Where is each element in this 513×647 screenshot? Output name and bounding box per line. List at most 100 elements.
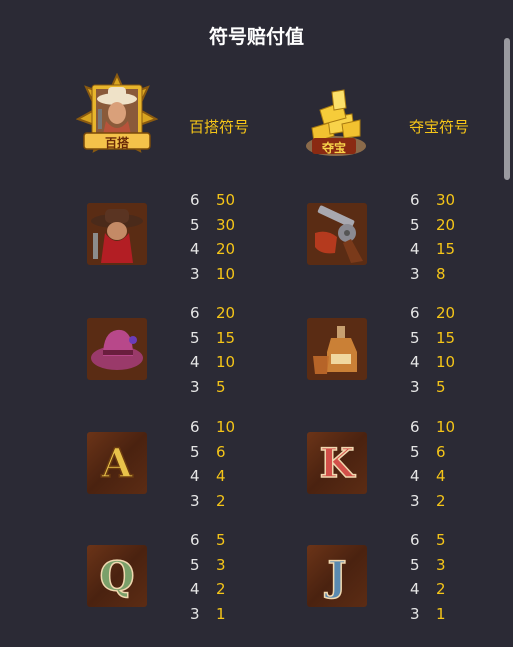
- pay-row: 44: [410, 464, 470, 489]
- value: 30: [216, 215, 236, 234]
- wild-label: 百搭符号: [189, 118, 250, 136]
- value: 50: [216, 191, 236, 210]
- cowboy-hat-paytable: 6 20 5 15 4 10 35: [190, 301, 250, 399]
- value: 15: [436, 240, 456, 259]
- value: 20: [216, 240, 236, 259]
- count: 4: [410, 467, 420, 486]
- count: 3: [190, 492, 200, 511]
- count: 5: [190, 215, 200, 234]
- letter-q-glyph: Q: [99, 552, 135, 601]
- scatter-gold-icon: 夺宝: [298, 88, 370, 160]
- bandit-paytable: 6 50 5 30 4 20 3 10: [190, 188, 250, 286]
- value: 8: [436, 265, 446, 284]
- pay-row: 5 15: [190, 326, 250, 351]
- value: 6: [436, 442, 446, 461]
- wild-sheriff-icon: 百搭: [75, 72, 159, 155]
- pay-row: 6 20: [410, 301, 470, 326]
- pay-row: 6 20: [190, 301, 250, 326]
- pay-row: 4 20: [190, 237, 250, 262]
- value: 2: [436, 580, 446, 599]
- value: 4: [436, 467, 446, 486]
- pay-row: 38: [410, 262, 470, 287]
- pay-row: 6 10: [410, 415, 470, 440]
- count: 5: [190, 555, 200, 574]
- count: 5: [410, 328, 420, 347]
- pay-row: 5 30: [190, 213, 250, 238]
- value: 1: [436, 605, 446, 624]
- count: 3: [190, 378, 200, 397]
- letter-j-paytable: 65 53 42 31: [410, 528, 470, 626]
- wild-badge-text: 百搭: [104, 136, 129, 150]
- value: 30: [436, 191, 456, 210]
- whiskey-icon: [307, 318, 367, 380]
- value: 10: [436, 353, 456, 372]
- count: 6: [190, 418, 200, 437]
- count: 4: [190, 353, 200, 372]
- letter-a-glyph: A: [101, 439, 134, 488]
- pay-row: 3 10: [190, 262, 250, 287]
- pay-row: 56: [410, 440, 470, 465]
- pay-row: 6 50: [190, 188, 250, 213]
- letter-a-icon: A: [87, 432, 147, 494]
- pay-row: 6 10: [190, 415, 250, 440]
- scrollbar[interactable]: [504, 38, 510, 180]
- value: 5: [436, 531, 446, 550]
- pay-row: 65: [410, 528, 470, 553]
- pay-row: 6 30: [410, 188, 470, 213]
- count: 4: [190, 467, 200, 486]
- value: 10: [216, 265, 236, 284]
- count: 6: [190, 191, 200, 210]
- page-title: 符号赔付值: [208, 26, 304, 48]
- count: 3: [410, 265, 420, 284]
- value: 15: [436, 328, 456, 347]
- pay-row: 35: [410, 375, 470, 400]
- count: 3: [190, 605, 200, 624]
- pay-row: 42: [190, 577, 250, 602]
- count: 3: [190, 265, 200, 284]
- pay-row: 42: [410, 577, 470, 602]
- count: 3: [410, 605, 420, 624]
- letter-j-icon: J: [307, 545, 367, 607]
- count: 3: [410, 492, 420, 511]
- letter-a-paytable: 6 10 56 44 32: [190, 415, 250, 513]
- count: 6: [190, 531, 200, 550]
- value: 10: [216, 353, 236, 372]
- count: 6: [410, 304, 420, 323]
- pay-row: 35: [190, 375, 250, 400]
- value: 3: [436, 555, 446, 574]
- value: 20: [436, 215, 456, 234]
- count: 5: [190, 442, 200, 461]
- scatter-label: 夺宝符号: [409, 118, 470, 136]
- value: 10: [436, 418, 456, 437]
- value: 1: [216, 605, 226, 624]
- count: 5: [410, 555, 420, 574]
- count: 4: [190, 580, 200, 599]
- count: 5: [410, 215, 420, 234]
- pay-row: 32: [190, 489, 250, 514]
- pay-row: 32: [410, 489, 470, 514]
- count: 6: [410, 531, 420, 550]
- pay-row: 31: [410, 602, 470, 627]
- revolver-icon: [307, 203, 367, 265]
- bandit-icon: [87, 203, 147, 265]
- value: 2: [436, 492, 446, 511]
- count: 4: [410, 240, 420, 259]
- value: 5: [436, 378, 446, 397]
- pay-row: 5 15: [410, 326, 470, 351]
- value: 2: [216, 580, 226, 599]
- value: 3: [216, 555, 226, 574]
- pay-row: 5 20: [410, 213, 470, 238]
- letter-j-glyph: J: [327, 552, 347, 601]
- pay-row: 53: [410, 553, 470, 578]
- count: 6: [410, 418, 420, 437]
- pay-row: 4 10: [410, 350, 470, 375]
- value: 20: [436, 304, 456, 323]
- count: 4: [410, 580, 420, 599]
- whiskey-paytable: 6 20 5 15 4 10 35: [410, 301, 470, 399]
- pay-row: 56: [190, 440, 250, 465]
- value: 4: [216, 467, 226, 486]
- pay-row: 4 15: [410, 237, 470, 262]
- pay-row: 44: [190, 464, 250, 489]
- cowboy-hat-icon: [87, 318, 147, 380]
- count: 6: [410, 191, 420, 210]
